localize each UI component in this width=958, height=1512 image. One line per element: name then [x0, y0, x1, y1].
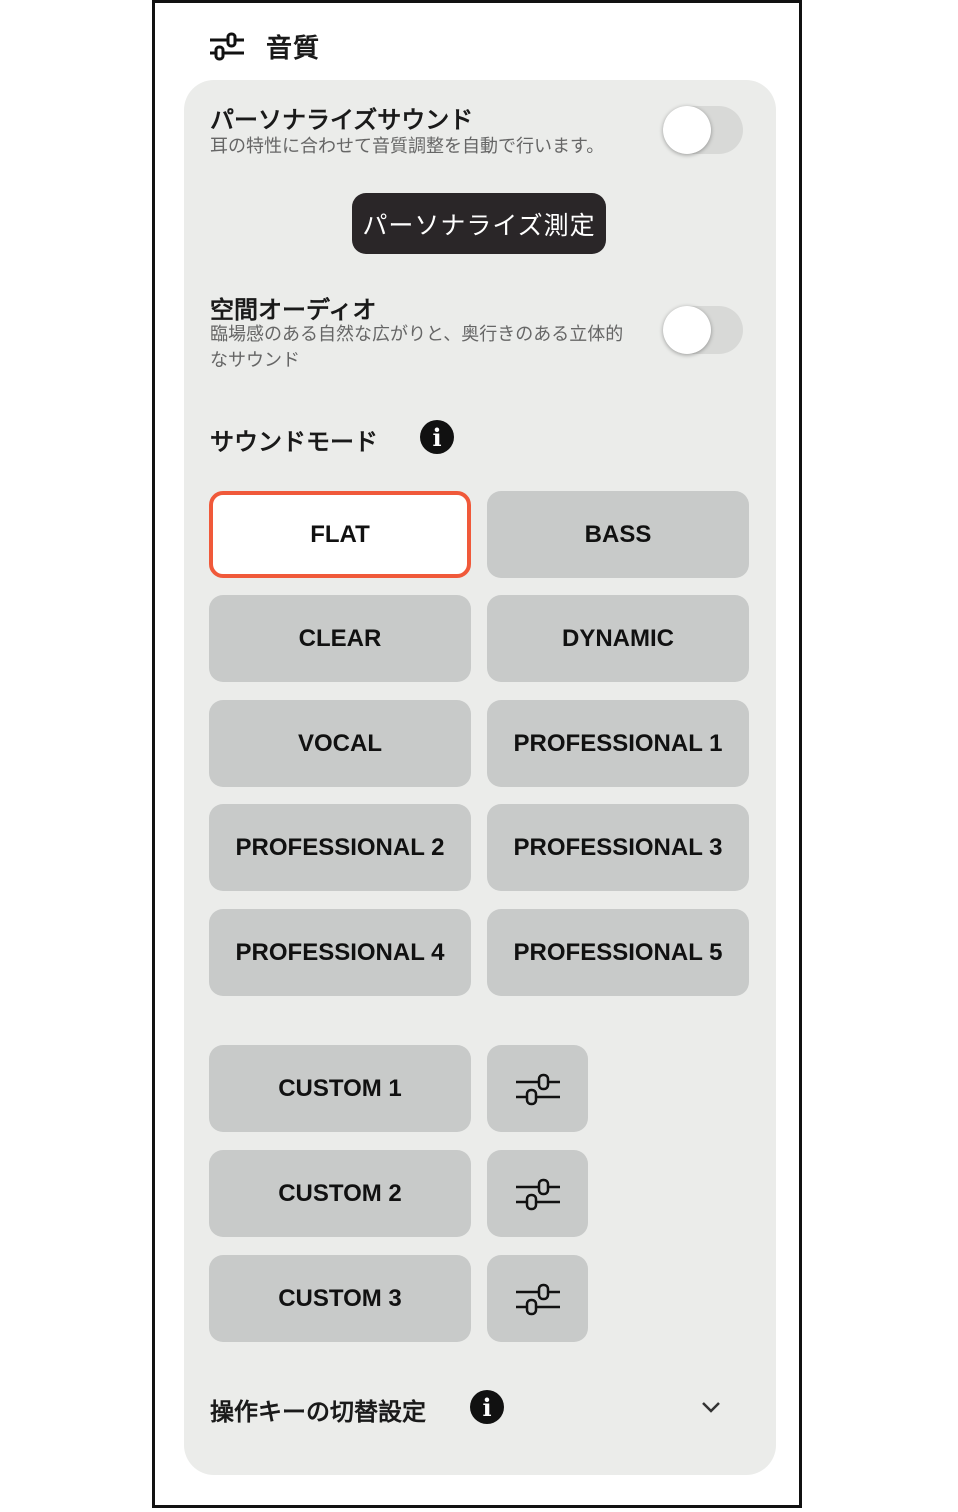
spatial-audio-title: 空間オーディオ: [210, 296, 377, 324]
equalizer-icon: [515, 1178, 560, 1210]
sound-mode-title: サウンドモード: [210, 428, 378, 456]
mode-button-flat[interactable]: FLAT: [209, 491, 471, 578]
mode-button-bass[interactable]: BASS: [487, 491, 749, 578]
custom-button-2[interactable]: CUSTOM 2: [209, 1150, 471, 1237]
mode-button-dynamic[interactable]: DYNAMIC: [487, 595, 749, 682]
equalizer-icon: [210, 32, 244, 61]
toggle-knob: [663, 306, 711, 354]
info-icon[interactable]: i: [470, 1390, 504, 1424]
key-switch-title[interactable]: 操作キーの切替設定: [210, 1392, 426, 1427]
personalize-measure-button[interactable]: パーソナライズ測定: [352, 193, 606, 254]
section-header: 音質: [208, 26, 320, 66]
mode-button-professional-4[interactable]: PROFESSIONAL 4: [209, 909, 471, 996]
custom-2-equalizer-button[interactable]: [487, 1150, 588, 1237]
custom-button-3[interactable]: CUSTOM 3: [209, 1255, 471, 1342]
mode-button-professional-5[interactable]: PROFESSIONAL 5: [487, 909, 749, 996]
toggle-knob: [663, 106, 711, 154]
page-title: 音質: [266, 33, 321, 64]
mode-button-clear[interactable]: CLEAR: [209, 595, 471, 682]
custom-3-equalizer-button[interactable]: [487, 1255, 588, 1342]
custom-1-equalizer-button[interactable]: [487, 1045, 588, 1132]
spatial-audio-description-line1: 臨場感のある自然な広がりと、奥行きのある立体的: [210, 324, 624, 345]
personalize-toggle[interactable]: [663, 106, 743, 154]
equalizer-icon: [515, 1283, 560, 1315]
equalizer-icon: [515, 1073, 560, 1105]
spatial-audio-toggle[interactable]: [663, 306, 743, 354]
mode-button-professional-3[interactable]: PROFESSIONAL 3: [487, 804, 749, 891]
mode-button-professional-2[interactable]: PROFESSIONAL 2: [209, 804, 471, 891]
chevron-down-icon[interactable]: [700, 1396, 722, 1418]
custom-button-1[interactable]: CUSTOM 1: [209, 1045, 471, 1132]
spatial-audio-description-line2: なサウンド: [210, 350, 300, 371]
personalize-description: 耳の特性に合わせて音質調整を自動で行います。: [210, 136, 605, 157]
mode-button-vocal[interactable]: VOCAL: [209, 700, 471, 787]
personalize-title: パーソナライズサウンド: [210, 106, 474, 134]
info-icon[interactable]: i: [420, 420, 454, 454]
mode-button-professional-1[interactable]: PROFESSIONAL 1: [487, 700, 749, 787]
